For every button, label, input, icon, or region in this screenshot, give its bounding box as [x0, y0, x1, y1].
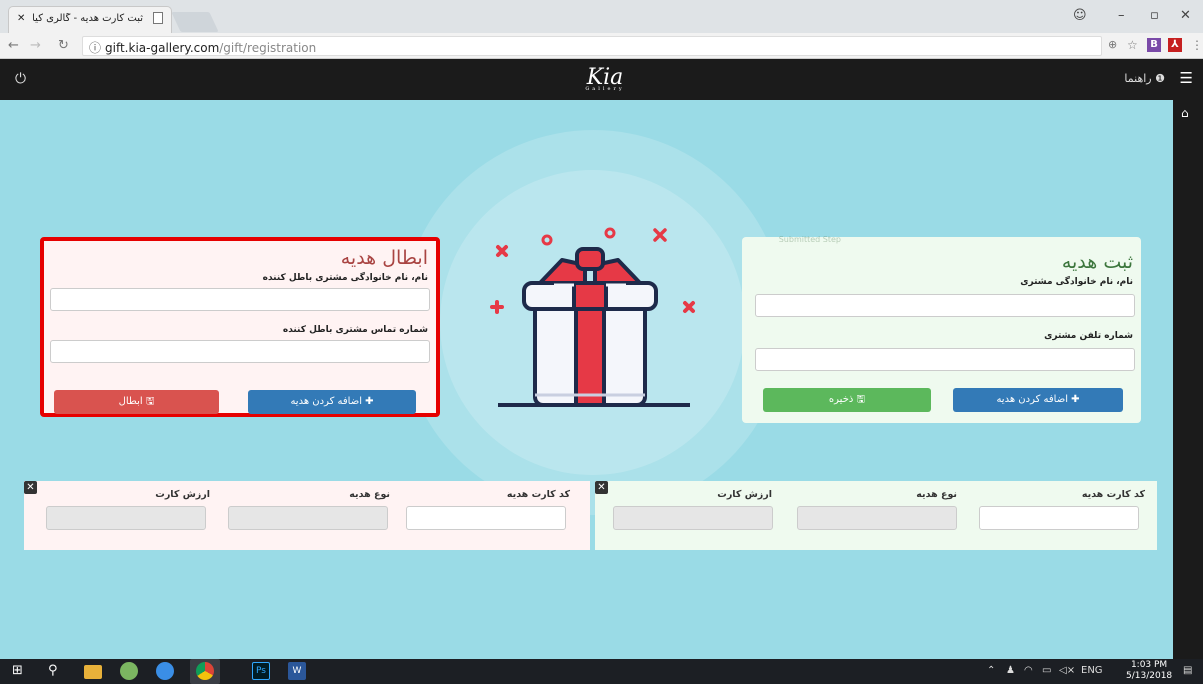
card-value-field [613, 506, 773, 530]
remove-line-icon[interactable]: ✕ [24, 481, 37, 494]
windows-start-icon[interactable]: ⊞ [12, 662, 30, 680]
battery-icon[interactable]: ▭ [1042, 665, 1051, 676]
hamburger-menu-icon[interactable]: ☰ [1180, 69, 1193, 87]
telegram-icon[interactable] [156, 662, 174, 680]
cancel-add-gift-button[interactable]: ✚ اضافه کردن هدیه [248, 390, 416, 414]
register-add-gift-label: اضافه کردن هدیه [996, 394, 1068, 405]
tab-title: ثبت کارت هدیه - گالری کیا [32, 13, 143, 24]
back-icon[interactable]: ← [8, 38, 19, 53]
register-gift-form: Submitted Step ثبت هدیه نام، نام خانوادگ… [742, 235, 1141, 423]
main-content: ابطال هدیه نام، نام خانوادگی مشتری باطل … [0, 100, 1173, 659]
card-code-input[interactable] [406, 506, 566, 530]
url-host: gift.kia-gallery.com [105, 41, 220, 55]
right-sidebar: ⌂ [1173, 100, 1203, 659]
forward-icon[interactable]: → [30, 38, 41, 53]
clock[interactable]: 1:03 PM 5/13/2018 [1126, 660, 1172, 682]
word-icon[interactable]: W [288, 662, 306, 680]
minimize-icon[interactable]: – [1118, 8, 1125, 23]
bookmark-star-icon[interactable]: ☆ [1127, 38, 1138, 52]
info-icon[interactable]: ⓘ [89, 41, 101, 55]
tab-close-icon[interactable]: ✕ [17, 13, 25, 24]
save-button[interactable]: 🖫 ذخیره [763, 388, 931, 412]
reload-icon[interactable]: ↻ [58, 38, 69, 53]
remove-line-icon[interactable]: ✕ [595, 481, 608, 494]
file-explorer-icon[interactable] [84, 665, 102, 679]
gift-type-field [228, 506, 388, 530]
gift-type-header: نوع هدیه [916, 489, 957, 500]
logo: Kia Gallery [580, 65, 630, 92]
pdf-extension-icon[interactable]: ⅄ [1168, 38, 1182, 52]
page-icon [153, 12, 163, 24]
register-form-title: ثبت هدیه [1061, 251, 1133, 273]
chrome-icon[interactable] [196, 662, 214, 680]
canceller-name-input[interactable] [50, 288, 430, 311]
register-gift-line: ✕ کد کارت هدیه نوع هدیه ارزش کارت [595, 481, 1157, 550]
card-value-header: ارزش کارت [717, 489, 772, 500]
photoshop-icon[interactable]: Ps [252, 662, 270, 680]
url-path: /gift/registration [219, 41, 317, 55]
browser-tab[interactable]: ✕ ثبت کارت هدیه - گالری کیا [8, 6, 172, 33]
canceller-name-label: نام، نام خانوادگی مشتری باطل کننده [262, 273, 428, 283]
address-bar: ← → ↻ ⓘ gift.kia-gallery.com/gift/registr… [0, 33, 1203, 59]
faded-caption: Submitted Step [778, 235, 841, 244]
floppy-icon: 🖫 [856, 394, 866, 405]
language-indicator[interactable]: ENG [1081, 665, 1103, 676]
clock-date: 5/13/2018 [1126, 671, 1173, 681]
home-icon[interactable]: ⌂ [1181, 106, 1189, 120]
logo-subtext: Gallery [585, 86, 625, 92]
app-header: ⏻ Kia Gallery ❶ راهنما ☰ [0, 59, 1203, 100]
clock-time: 1:03 PM [1130, 660, 1168, 670]
profile-icon[interactable]: ☺ [1073, 8, 1087, 23]
app-icon[interactable] [120, 662, 138, 680]
save-label: ذخیره [828, 394, 854, 405]
cancel-add-gift-label: اضافه کردن هدیه [290, 396, 362, 407]
url-input[interactable]: ⓘ gift.kia-gallery.com/gift/registration [82, 36, 1102, 56]
info-circle-icon: ❶ [1155, 72, 1165, 85]
cancel-submit-button[interactable]: 🖫 ابطال [54, 390, 219, 414]
card-code-input[interactable] [979, 506, 1139, 530]
cancel-submit-label: ابطال [118, 396, 143, 407]
browser-tab-strip: ✕ ثبت کارت هدیه - گالری کیا ☺ – ▫ ✕ [0, 0, 1203, 33]
wifi-icon[interactable]: ◠ [1024, 665, 1033, 676]
gift-type-header: نوع هدیه [349, 489, 390, 500]
cancel-gift-form: ابطال هدیه نام، نام خانوادگی مشتری باطل … [40, 237, 440, 417]
card-value-field [46, 506, 206, 530]
card-code-header: کد کارت هدیه [506, 489, 570, 500]
cancel-gift-line: ✕ کد کارت هدیه نوع هدیه ارزش کارت [24, 481, 590, 550]
browser-menu-icon[interactable]: ⋮ [1191, 38, 1203, 52]
tray-app-icon[interactable]: ♟ [1006, 665, 1015, 676]
tray-chevron-icon[interactable]: ⌃ [987, 665, 995, 676]
zoom-icon[interactable]: ⊕ [1108, 38, 1117, 51]
help-label: راهنما [1124, 72, 1152, 85]
search-icon[interactable]: ⚲ [48, 662, 66, 680]
register-add-gift-button[interactable]: ✚ اضافه کردن هدیه [953, 388, 1123, 412]
power-icon[interactable]: ⏻ [15, 71, 26, 87]
customer-name-label: نام، نام خانوادگی مشتری [1020, 277, 1133, 287]
gift-type-field [797, 506, 957, 530]
cancel-form-title: ابطال هدیه [340, 247, 428, 269]
windows-taskbar: ⊞ ⚲ Ps W ⌃ ♟ ◠ ▭ ◁× ENG 1:03 PM 5/13/201… [0, 659, 1203, 684]
card-value-header: ارزش کارت [155, 489, 210, 500]
volume-icon[interactable]: ◁× [1059, 665, 1075, 676]
canceller-phone-label: شماره تماس مشتری باطل کننده [282, 325, 428, 335]
customer-phone-label: شماره تلفن مشتری [1044, 331, 1133, 341]
help-link[interactable]: ❶ راهنما [1124, 72, 1165, 85]
bootstrap-extension-icon[interactable]: B [1147, 38, 1161, 52]
canceller-phone-input[interactable] [50, 340, 430, 363]
card-code-header: کد کارت هدیه [1081, 489, 1145, 500]
close-window-icon[interactable]: ✕ [1180, 8, 1191, 23]
maximize-icon[interactable]: ▫ [1150, 8, 1159, 23]
new-tab-button[interactable] [171, 12, 219, 32]
gift-box-illustration [490, 227, 695, 407]
floppy-icon: 🖫 [145, 396, 155, 407]
notifications-icon[interactable]: ▤ [1183, 665, 1192, 676]
customer-phone-input[interactable] [755, 348, 1135, 371]
customer-name-input[interactable] [755, 294, 1135, 317]
